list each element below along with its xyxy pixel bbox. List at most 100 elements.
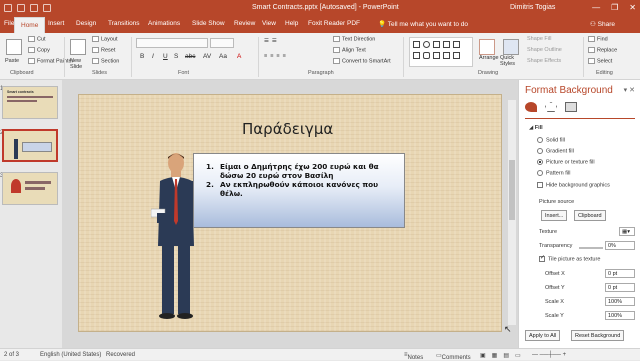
offset-y-field[interactable]: 0 pt — [605, 283, 635, 292]
scrollbar-thumb[interactable] — [509, 160, 515, 220]
paste-icon[interactable] — [6, 39, 22, 55]
textbox-shape-icon[interactable] — [413, 52, 420, 59]
text-direction-button[interactable]: Text Direction — [333, 36, 375, 42]
slide-thumbnail-3[interactable] — [2, 172, 58, 205]
shape-fill-button[interactable]: Shape Fill — [527, 36, 551, 42]
triangle-shape-icon[interactable] — [433, 41, 440, 48]
apply-to-all-button[interactable]: Apply to All — [525, 330, 561, 341]
italic-button[interactable]: I — [152, 53, 154, 60]
close-button[interactable]: ✕ — [629, 3, 636, 12]
arrange-button[interactable]: Arrange — [479, 55, 499, 61]
user-name[interactable]: Dimitris Togias — [510, 4, 555, 11]
fill-section-header[interactable]: ◢ Fill — [529, 125, 543, 131]
tab-foxit[interactable]: Foxit Reader PDF — [308, 20, 360, 27]
scale-y-field[interactable]: 100% — [605, 311, 635, 320]
minimize-button[interactable]: — — [592, 3, 600, 12]
brace-shape-icon[interactable] — [443, 52, 450, 59]
layout-button[interactable]: Layout — [92, 36, 118, 42]
tab-file[interactable]: File — [4, 20, 14, 27]
view-buttons[interactable]: ▣▦▤▭ — [480, 352, 527, 359]
font-size-box[interactable] — [210, 38, 234, 48]
slideshow-icon[interactable] — [43, 4, 51, 12]
reset-background-button[interactable]: Reset Background — [571, 330, 625, 341]
language-indicator[interactable]: English (United States) — [40, 352, 101, 358]
tab-transitions[interactable]: Transitions — [108, 20, 140, 27]
tab-insert[interactable]: Insert — [48, 20, 64, 27]
new-slide-button[interactable]: New Slide — [70, 58, 88, 70]
slide-title[interactable]: Παράδειγμα — [242, 120, 333, 138]
tab-home[interactable]: Home — [14, 17, 46, 33]
fill-bucket-icon[interactable] — [525, 102, 537, 112]
transparency-field[interactable]: 0% — [605, 241, 635, 250]
quick-styles-button[interactable]: Quick Styles — [500, 55, 526, 67]
tab-animations[interactable]: Animations — [148, 20, 180, 27]
save-icon[interactable] — [4, 4, 12, 12]
zoom-slider[interactable]: — ──┼── + — [532, 352, 566, 358]
vertical-scrollbar[interactable] — [508, 100, 516, 325]
rounded-rect-shape-icon[interactable] — [423, 52, 430, 59]
strikethrough-button[interactable]: abc — [185, 53, 195, 60]
picture-icon[interactable] — [565, 102, 577, 112]
gradient-fill-option[interactable]: Gradient fill — [537, 148, 574, 154]
reset-button[interactable]: Reset — [92, 47, 115, 53]
effects-pentagon-icon[interactable] — [545, 102, 557, 112]
quick-styles-icon[interactable] — [503, 39, 519, 55]
line-shape-icon[interactable] — [443, 41, 450, 48]
pane-close-icon[interactable]: ✕ — [629, 87, 635, 94]
copy-button[interactable]: Copy — [28, 47, 50, 53]
new-slide-icon[interactable] — [70, 39, 86, 55]
font-name-box[interactable] — [136, 38, 208, 48]
slide-thumbnail-2[interactable] — [2, 129, 58, 162]
replace-button[interactable]: Replace — [588, 47, 617, 53]
format-painter-button[interactable]: Format Painter — [28, 58, 73, 64]
arrange-icon[interactable] — [479, 39, 495, 55]
hide-background-checkbox[interactable]: Hide background graphics — [537, 182, 610, 188]
slide-canvas[interactable]: Παράδειγμα 1. Είμαι ο Δημήτρης έχω 200 ευ… — [62, 80, 518, 348]
align-icon[interactable]: ≡≡≡≡ — [264, 53, 289, 59]
picture-fill-option[interactable]: Picture or texture fill — [537, 159, 595, 165]
font-color-button[interactable]: A — [237, 53, 241, 60]
find-button[interactable]: Find — [588, 36, 608, 42]
shapes-gallery[interactable] — [409, 37, 473, 67]
clipboard-button[interactable]: Clipboard — [574, 210, 606, 221]
bullets-icon[interactable]: ☰☰ — [264, 38, 280, 44]
share-button[interactable]: ⚇ Share — [590, 20, 615, 28]
tab-view[interactable]: View — [262, 20, 276, 27]
tell-me-search[interactable]: 💡 Tell me what you want to do — [378, 20, 468, 28]
change-case-button[interactable]: Aa — [219, 53, 227, 60]
tile-checkbox[interactable]: Tile picture as texture — [539, 254, 600, 262]
shadow-button[interactable]: S — [174, 53, 178, 60]
insert-picture-button[interactable]: Insert... — [541, 210, 568, 221]
redo-icon[interactable] — [30, 4, 38, 12]
select-button[interactable]: Select — [588, 58, 612, 64]
tab-help[interactable]: Help — [285, 20, 298, 27]
tab-review[interactable]: Review — [234, 20, 255, 27]
paste-button[interactable]: Paste — [5, 58, 19, 64]
offset-x-field[interactable]: 0 pt — [605, 269, 635, 278]
content-textbox[interactable]: 1. Είμαι ο Δημήτρης έχω 200 ευρώ και θα δ… — [193, 153, 405, 228]
bold-button[interactable]: B — [140, 53, 144, 60]
comments-button[interactable]: ▭ Comments — [436, 352, 471, 361]
star-shape-icon[interactable] — [433, 52, 440, 59]
solid-fill-option[interactable]: Solid fill — [537, 137, 565, 143]
cut-button[interactable]: Cut — [28, 36, 46, 42]
oval-shape-icon[interactable] — [423, 41, 430, 48]
rectangle-shape-icon[interactable] — [413, 41, 420, 48]
slide-thumbnail-1[interactable]: Smart contracts — [2, 86, 58, 119]
slide[interactable]: Παράδειγμα 1. Είμαι ο Δημήτρης έχω 200 ευ… — [78, 94, 502, 332]
undo-icon[interactable] — [17, 4, 25, 12]
align-text-button[interactable]: Align Text — [333, 47, 366, 53]
pattern-fill-option[interactable]: Pattern fill — [537, 170, 570, 176]
texture-picker[interactable]: ▦▾ — [619, 227, 635, 236]
shape-outline-button[interactable]: Shape Outline — [527, 47, 562, 53]
section-button[interactable]: Section — [92, 58, 119, 64]
pane-options-icon[interactable]: ▾ — [624, 87, 628, 94]
transparency-slider[interactable] — [579, 247, 603, 249]
notes-button[interactable]: ≡ Notes — [404, 352, 423, 361]
tab-design[interactable]: Design — [76, 20, 96, 27]
scale-x-field[interactable]: 100% — [605, 297, 635, 306]
convert-smartart-button[interactable]: Convert to SmartArt — [333, 58, 391, 64]
tab-slide-show[interactable]: Slide Show — [192, 20, 225, 27]
char-spacing-button[interactable]: AV — [203, 53, 211, 60]
restore-button[interactable]: ❐ — [611, 3, 618, 12]
